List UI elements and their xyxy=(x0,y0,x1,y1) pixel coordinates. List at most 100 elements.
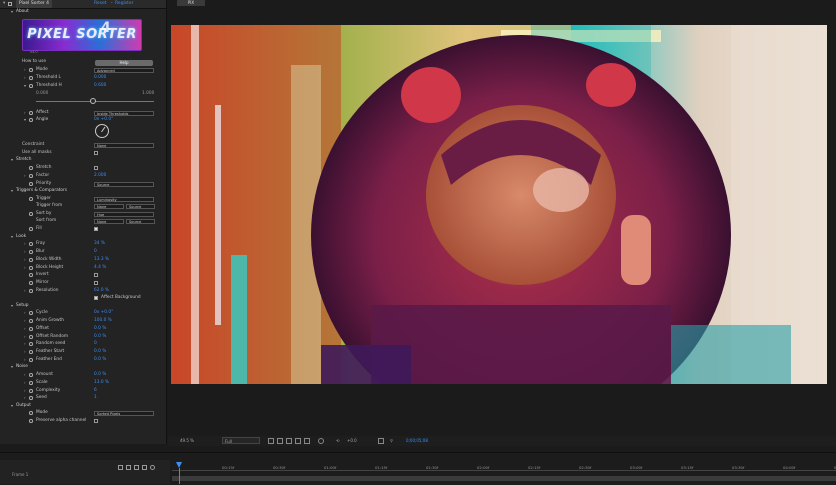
show-snapshot-icon[interactable]: ⚲ xyxy=(390,437,393,444)
guides-icon[interactable] xyxy=(295,437,301,444)
stopwatch-icon[interactable] xyxy=(29,212,33,216)
effect-name-tab[interactable]: Pixel Sorter 4 xyxy=(16,0,52,8)
draft-3d-icon[interactable] xyxy=(118,465,123,470)
current-timecode[interactable]: 0;00;05;08 xyxy=(406,437,428,444)
cycle-value[interactable]: 0x +0.0° xyxy=(94,309,113,317)
threshold-h-value[interactable]: 0.600 xyxy=(94,82,106,90)
stopwatch-icon[interactable] xyxy=(29,197,33,201)
amount-value[interactable]: 0.0 % xyxy=(94,371,106,379)
scale-value[interactable]: 13.0 % xyxy=(94,379,109,387)
stopwatch-icon[interactable] xyxy=(29,227,33,231)
trigger-from-layer-dropdown[interactable]: None xyxy=(94,203,124,209)
constraint-dropdown[interactable]: None xyxy=(94,142,154,148)
graph-editor-icon[interactable] xyxy=(150,465,155,470)
resolution-dropdown[interactable]: Full xyxy=(222,437,260,444)
composition-frame[interactable] xyxy=(171,25,827,384)
angle-value[interactable]: 0x +0.0° xyxy=(94,116,113,124)
threshold-slider-knob[interactable] xyxy=(90,98,96,104)
stopwatch-icon[interactable] xyxy=(29,118,33,122)
frame-blending-icon[interactable] xyxy=(134,465,139,470)
fill-checkbox[interactable] xyxy=(94,226,99,232)
work-area-bar[interactable] xyxy=(172,476,836,481)
stopwatch-icon[interactable] xyxy=(29,68,33,72)
anim-growth-value[interactable]: 100.0 % xyxy=(94,317,112,325)
output-mode-dropdown[interactable]: Sorted Pixels xyxy=(94,410,154,416)
stopwatch-icon[interactable] xyxy=(29,289,33,293)
stopwatch-icon[interactable] xyxy=(29,319,33,323)
offset-value[interactable]: 0.0 % xyxy=(94,325,106,333)
stopwatch-icon[interactable] xyxy=(29,419,33,423)
stopwatch-icon[interactable] xyxy=(29,266,33,270)
stopwatch-icon[interactable] xyxy=(29,242,33,246)
stopwatch-icon[interactable] xyxy=(29,396,33,400)
stopwatch-icon[interactable] xyxy=(29,335,33,339)
feather-start-value[interactable]: 0.0 % xyxy=(94,348,106,356)
trigger-dropdown[interactable]: Luminosity xyxy=(94,196,154,202)
invert-checkbox[interactable] xyxy=(94,272,99,278)
stopwatch-icon[interactable] xyxy=(29,281,33,285)
stretch-section[interactable]: ▾ Stretch xyxy=(0,156,166,164)
threshold-l-value[interactable]: 0.000 xyxy=(94,74,106,82)
stopwatch-icon[interactable] xyxy=(29,327,33,331)
exposure-reset-icon[interactable]: ⟲ xyxy=(336,437,339,444)
random-seed-value[interactable]: 0 xyxy=(94,340,97,348)
slider-max: 1.000 xyxy=(142,91,155,96)
twirl-down-icon[interactable]: ▾ xyxy=(11,8,13,16)
composition-tab[interactable]: PIX xyxy=(177,0,205,6)
region-of-interest-icon[interactable] xyxy=(268,437,274,444)
stopwatch-icon[interactable] xyxy=(29,166,33,170)
preserve-alpha-checkbox[interactable] xyxy=(94,418,99,424)
stopwatch-icon[interactable] xyxy=(29,389,33,393)
stopwatch-icon[interactable] xyxy=(29,258,33,262)
time-ruler-tick: 02:00f xyxy=(477,465,490,470)
blur-value[interactable]: 0 xyxy=(94,248,97,256)
transparency-grid-icon[interactable] xyxy=(277,437,283,444)
fx-toggle-icon[interactable] xyxy=(8,2,12,6)
priority-dropdown[interactable]: Source xyxy=(94,181,154,187)
stopwatch-icon[interactable] xyxy=(29,350,33,354)
stopwatch-icon[interactable] xyxy=(29,250,33,254)
stopwatch-icon[interactable] xyxy=(29,76,33,80)
motion-blur-icon[interactable] xyxy=(142,465,147,470)
collapse-icon[interactable]: ▾ xyxy=(3,0,5,8)
stretch-checkbox[interactable] xyxy=(94,165,99,171)
affect-dropdown[interactable]: Inside Thresholds xyxy=(94,110,154,116)
shy-layers-icon[interactable] xyxy=(126,465,131,470)
trigger-from-source-dropdown[interactable]: Source xyxy=(126,203,155,209)
fray-value[interactable]: 34 % xyxy=(94,240,105,248)
channels-icon[interactable] xyxy=(304,437,310,444)
stopwatch-icon[interactable] xyxy=(29,84,33,88)
mirror-checkbox[interactable] xyxy=(94,280,99,286)
anim-growth-row: › Anim Growth 100.0 % xyxy=(24,317,112,325)
color-icon[interactable] xyxy=(318,437,324,444)
use-all-masks-checkbox[interactable] xyxy=(94,150,99,156)
triggers-section[interactable]: ▾ Triggers & Comparators xyxy=(0,187,166,195)
stopwatch-icon[interactable] xyxy=(29,182,33,186)
block-width-value[interactable]: 13.3 % xyxy=(94,256,109,264)
noise-section[interactable]: ▾ Noise xyxy=(0,363,166,371)
stopwatch-icon[interactable] xyxy=(29,174,33,178)
exposure-value[interactable]: +0.0 xyxy=(347,437,357,444)
about-section[interactable]: ▾ About xyxy=(0,8,166,16)
factor-value[interactable]: 2.000 xyxy=(94,172,106,180)
zoom-dropdown[interactable]: 49.5 % xyxy=(180,437,194,444)
stopwatch-icon[interactable] xyxy=(29,311,33,315)
stopwatch-icon[interactable] xyxy=(29,342,33,346)
stopwatch-icon[interactable] xyxy=(29,381,33,385)
affect-background-checkbox[interactable] xyxy=(94,295,99,301)
sort-by-dropdown[interactable]: Hue xyxy=(94,211,154,217)
stopwatch-icon[interactable] xyxy=(29,373,33,377)
stopwatch-icon[interactable] xyxy=(29,273,33,277)
stopwatch-icon[interactable] xyxy=(29,111,33,115)
register-link[interactable]: Register xyxy=(115,0,134,8)
mode-dropdown[interactable]: Advanced xyxy=(94,67,154,73)
sort-from-source-dropdown[interactable]: Source xyxy=(126,218,155,224)
logo-text: PIXEL SORTER xyxy=(27,27,137,42)
stopwatch-icon[interactable] xyxy=(29,411,33,415)
stopwatch-icon[interactable] xyxy=(29,358,33,362)
mask-visibility-icon[interactable] xyxy=(286,437,292,444)
snapshot-icon[interactable] xyxy=(378,437,384,444)
seed-value[interactable]: 1 xyxy=(94,394,97,402)
sort-from-layer-dropdown[interactable]: None xyxy=(94,218,124,224)
reset-link[interactable]: Reset xyxy=(94,0,107,8)
